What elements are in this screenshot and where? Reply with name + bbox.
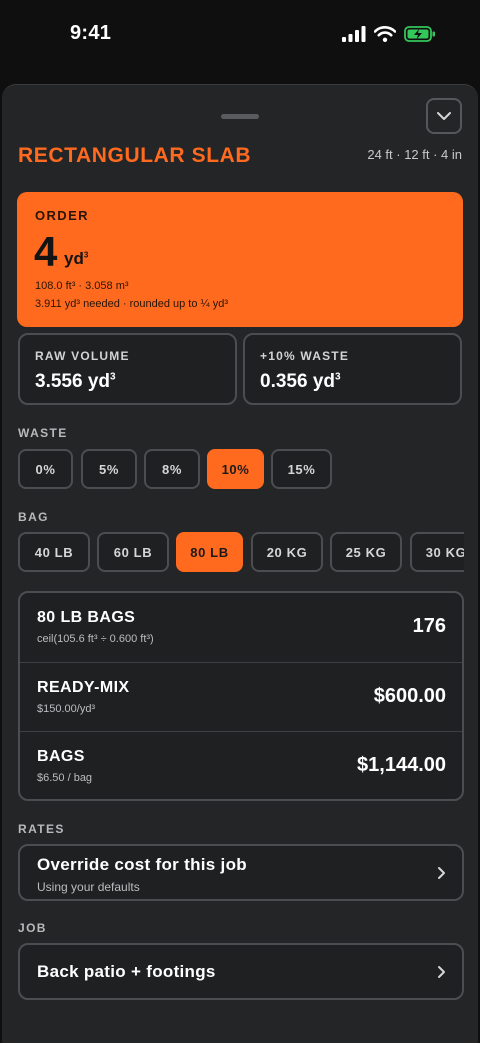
battery-charging-icon xyxy=(404,26,435,42)
waste-section-label: WASTE xyxy=(18,426,68,440)
chevron-down-icon xyxy=(437,112,451,120)
readymix-title: READY-MIX xyxy=(37,679,130,696)
waste-option-5[interactable]: 5% xyxy=(81,449,137,489)
raw-volume-label: RAW VOLUME xyxy=(35,349,130,363)
order-needed-note: 3.911 yd³ needed · rounded up to ¼ yd³ xyxy=(35,298,229,310)
waste-option-15[interactable]: 15% xyxy=(271,449,332,489)
bag-options-strip[interactable]: 40 LB 60 LB 80 LB 20 KG 25 KG 30 KG xyxy=(18,532,464,576)
order-card: ORDER 4 yd3 108.0 ft³ · 3.058 m³ 3.911 y… xyxy=(17,192,463,327)
bag-count-title: 80 LB BAGS xyxy=(37,609,136,626)
bag-count-formula: ceil(105.6 ft³ ÷ 0.600 ft³) xyxy=(37,633,154,645)
bottom-sheet: RECTANGULAR SLAB 24 ft · 12 ft · 4 in OR… xyxy=(2,84,478,1043)
bag-count-row: 80 LB BAGS ceil(105.6 ft³ ÷ 0.600 ft³) 1… xyxy=(20,593,462,662)
override-rates-row[interactable]: Override cost for this job Using your de… xyxy=(18,844,464,901)
readymix-rate: $150.00/yd³ xyxy=(37,703,96,715)
bags-cost-value: $1,144.00 xyxy=(357,754,446,776)
wifi-icon xyxy=(374,26,396,42)
chevron-right-icon xyxy=(438,966,445,978)
bags-cost-row: BAGS $6.50 / bag $1,144.00 xyxy=(20,731,462,800)
bags-cost-title: BAGS xyxy=(37,748,85,765)
bag-option-40lb[interactable]: 40 LB xyxy=(18,532,90,572)
override-rates-subtitle: Using your defaults xyxy=(37,880,140,894)
order-unit: yd3 xyxy=(64,249,89,268)
slab-dimensions: 24 ft · 12 ft · 4 in xyxy=(367,147,462,162)
bag-option-25kg[interactable]: 25 KG xyxy=(330,532,402,572)
order-volumes: 108.0 ft³ · 3.058 m³ xyxy=(35,280,129,292)
cellular-signal-icon xyxy=(342,26,366,42)
bag-option-20kg[interactable]: 20 KG xyxy=(251,532,323,572)
readymix-row: READY-MIX $150.00/yd³ $600.00 xyxy=(20,662,462,731)
waste-option-10[interactable]: 10% xyxy=(207,449,264,489)
raw-volume-box: RAW VOLUME 3.556 yd3 xyxy=(18,333,237,405)
order-value: 4 xyxy=(34,228,58,275)
bag-count-value: 176 xyxy=(412,615,446,637)
bag-option-30kg[interactable]: 30 KG xyxy=(410,532,464,572)
bag-option-80lb[interactable]: 80 LB xyxy=(176,532,243,572)
status-icons xyxy=(342,26,436,42)
readymix-cost: $600.00 xyxy=(373,685,446,707)
rates-section-label: RATES xyxy=(18,822,65,836)
waste-volume-box: +10% WASTE 0.356 yd3 xyxy=(243,333,462,405)
waste-option-8[interactable]: 8% xyxy=(144,449,200,489)
bag-option-60lb[interactable]: 60 LB xyxy=(97,532,169,572)
bags-cost-rate: $6.50 / bag xyxy=(37,772,93,784)
status-time: 9:41 xyxy=(70,22,112,44)
override-rates-title: Override cost for this job xyxy=(37,855,247,874)
cost-breakdown-card: 80 LB BAGS ceil(105.6 ft³ ÷ 0.600 ft³) 1… xyxy=(18,591,464,801)
raw-volume-value: 3.556 yd3 xyxy=(35,371,116,392)
collapse-sheet-button[interactable] xyxy=(426,98,462,134)
job-title: Back patio + footings xyxy=(37,962,216,981)
page-title: RECTANGULAR SLAB xyxy=(18,144,252,167)
chevron-right-icon xyxy=(438,867,445,879)
order-label: ORDER xyxy=(35,208,89,223)
job-row[interactable]: Back patio + footings xyxy=(18,943,464,1000)
job-section-label: JOB xyxy=(18,921,47,935)
waste-volume-label: +10% WASTE xyxy=(260,349,350,363)
waste-option-0[interactable]: 0% xyxy=(18,449,73,489)
waste-volume-value: 0.356 yd3 xyxy=(260,371,341,392)
status-bar: 9:41 xyxy=(0,0,480,70)
bag-section-label: BAG xyxy=(18,510,49,524)
sheet-grabber[interactable] xyxy=(221,114,259,119)
